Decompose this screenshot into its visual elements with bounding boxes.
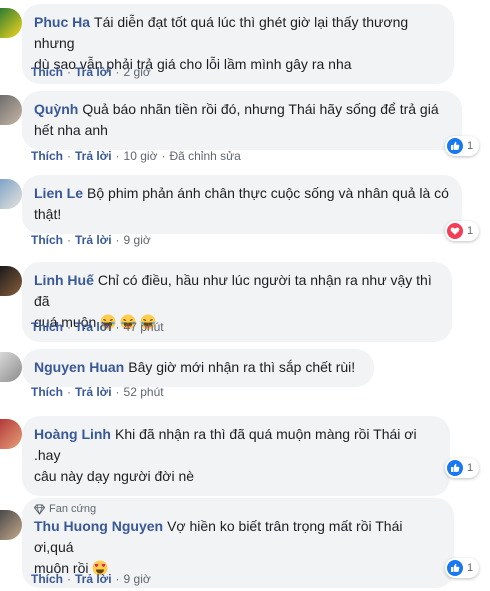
reaction-count[interactable]: 1 bbox=[445, 458, 480, 478]
comment-actions: Thích · Trả lời · 47 phút bbox=[31, 320, 164, 334]
comment-actions: Thích · Trả lời · 2 giờ bbox=[31, 65, 151, 79]
comment-text: Quả báo nhãn tiền rồi đó, nhưng Thái hãy… bbox=[82, 101, 439, 117]
separator: · bbox=[161, 149, 166, 163]
comment-author[interactable]: Nguyen Huan bbox=[34, 359, 124, 375]
like-button[interactable]: Thích bbox=[31, 65, 63, 79]
comment-time[interactable]: 10 giờ bbox=[124, 149, 158, 163]
like-icon bbox=[447, 460, 463, 476]
like-button[interactable]: Thích bbox=[31, 572, 63, 586]
diamond-icon bbox=[34, 503, 45, 515]
like-icon bbox=[447, 560, 463, 576]
reaction-count[interactable]: 1 bbox=[445, 136, 480, 156]
avatar[interactable] bbox=[0, 419, 22, 449]
reaction-count[interactable]: 1 bbox=[445, 558, 480, 578]
fan-badge-label: Fan cứng bbox=[49, 503, 97, 515]
reply-button[interactable]: Trả lời bbox=[75, 65, 112, 79]
comment-author[interactable]: Lien Le bbox=[34, 185, 83, 201]
avatar[interactable] bbox=[0, 179, 22, 209]
comment-text: thật! bbox=[34, 206, 62, 222]
separator: · bbox=[115, 572, 120, 586]
avatar[interactable] bbox=[0, 510, 22, 540]
separator: · bbox=[67, 233, 71, 247]
reply-button[interactable]: Trả lời bbox=[75, 320, 112, 334]
comment-actions: Thích · Trả lời · 9 giờ bbox=[31, 233, 151, 247]
comment-time[interactable]: 52 phút bbox=[124, 385, 164, 399]
like-button[interactable]: Thích bbox=[31, 385, 63, 399]
comment-bubble: Lien Le Bộ phim phản ánh chân thực cuộc s… bbox=[22, 175, 462, 234]
reply-button[interactable]: Trả lời bbox=[75, 572, 112, 586]
edited-label[interactable]: Đã chỉnh sửa bbox=[169, 149, 240, 163]
heart-icon bbox=[447, 223, 463, 239]
comment-author[interactable]: Hoàng Linh bbox=[34, 426, 111, 442]
separator: · bbox=[115, 65, 120, 79]
like-button[interactable]: Thích bbox=[31, 233, 63, 247]
like-button[interactable]: Thích bbox=[31, 320, 63, 334]
reaction-count[interactable]: 1 bbox=[445, 221, 480, 241]
comment-author[interactable]: Thu Huong Nguyen bbox=[34, 518, 163, 534]
comment-author[interactable]: Phuc Ha bbox=[34, 14, 90, 30]
comment-bubble: Quỳnh Quả báo nhãn tiền rồi đó, nhưng Thá… bbox=[22, 91, 462, 150]
comment-actions: Thích · Trả lời · 52 phút bbox=[31, 385, 164, 399]
avatar[interactable] bbox=[0, 352, 22, 382]
reply-button[interactable]: Trả lời bbox=[75, 149, 112, 163]
like-icon bbox=[447, 138, 463, 154]
separator: · bbox=[67, 385, 71, 399]
reply-button[interactable]: Trả lời bbox=[75, 385, 112, 399]
comment-author[interactable]: Quỳnh bbox=[34, 101, 78, 117]
reaction-number: 1 bbox=[467, 225, 474, 237]
reaction-number: 1 bbox=[467, 140, 474, 152]
comment-time[interactable]: 47 phút bbox=[124, 320, 164, 334]
avatar[interactable] bbox=[0, 266, 22, 296]
comment-text: hết nha anh bbox=[34, 122, 108, 138]
reply-button[interactable]: Trả lời bbox=[75, 233, 112, 247]
comment-text: câu này dạy người đời nè bbox=[34, 468, 195, 484]
like-button[interactable]: Thích bbox=[31, 149, 63, 163]
avatar[interactable] bbox=[0, 8, 22, 38]
comment-actions: Thích · Trả lời · 10 giờ · Đã chỉnh sửa bbox=[31, 149, 241, 163]
comment-author[interactable]: Linh Huế bbox=[34, 272, 94, 288]
separator: · bbox=[115, 233, 120, 247]
fan-badge[interactable]: Fan cứng bbox=[34, 502, 442, 516]
comment-bubble: Hoàng Linh Khi đã nhận ra thì đã quá muộn… bbox=[22, 416, 450, 496]
comment-time[interactable]: 9 giờ bbox=[124, 572, 151, 586]
reaction-number: 1 bbox=[467, 562, 474, 574]
comment-bubble: Nguyen Huan Bây giờ mới nhận ra thì sắp c… bbox=[22, 349, 374, 387]
separator: · bbox=[115, 385, 120, 399]
reaction-number: 1 bbox=[467, 462, 474, 474]
comment-text: Bộ phim phản ánh chân thực cuộc sống và … bbox=[87, 185, 449, 201]
comment-time[interactable]: 9 giờ bbox=[124, 233, 151, 247]
separator: · bbox=[67, 65, 71, 79]
separator: · bbox=[67, 320, 71, 334]
comment-actions: Thích · Trả lời · 9 giờ bbox=[31, 572, 151, 586]
separator: · bbox=[67, 572, 71, 586]
separator: · bbox=[115, 149, 120, 163]
avatar[interactable] bbox=[0, 95, 22, 125]
comment-time[interactable]: 2 giờ bbox=[124, 65, 151, 79]
separator: · bbox=[115, 320, 120, 334]
comment-text: Tái diễn đạt tốt quá lúc thì ghét giờ lạ… bbox=[34, 14, 409, 51]
comment-text: Bây giờ mới nhận ra thì sắp chết rùi! bbox=[128, 359, 356, 375]
separator: · bbox=[67, 149, 71, 163]
